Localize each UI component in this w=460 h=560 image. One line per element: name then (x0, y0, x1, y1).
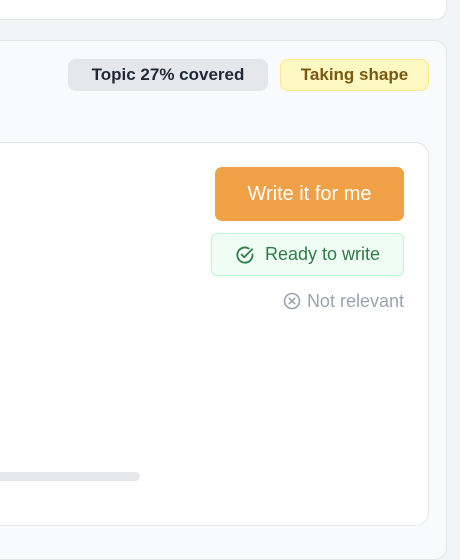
not-relevant-label: Not relevant (306, 290, 404, 311)
check-circle-icon (235, 245, 255, 265)
progress-track (0, 472, 140, 481)
status-badge: Taking shape (280, 59, 429, 91)
ready-to-write-indicator[interactable]: Ready to write (211, 233, 404, 276)
previous-card (0, 0, 447, 20)
x-circle-icon (283, 292, 301, 310)
not-relevant-button[interactable]: Not relevant (276, 289, 404, 313)
coverage-badge: Topic 27% covered (68, 59, 268, 91)
ready-to-write-label: Ready to write (264, 244, 381, 264)
write-it-for-me-button[interactable]: Write it for me (215, 167, 404, 221)
